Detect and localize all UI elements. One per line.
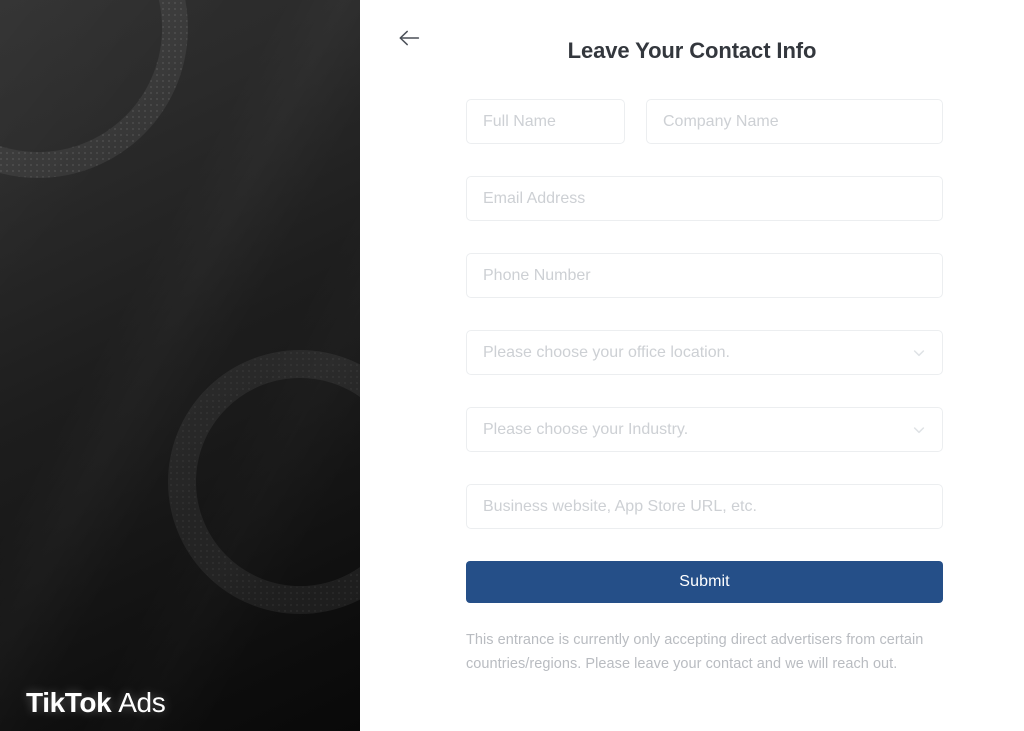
industry-select[interactable] — [466, 407, 943, 452]
business-website-input[interactable] — [467, 485, 942, 528]
company-name-field[interactable] — [646, 99, 943, 144]
company-name-input[interactable] — [647, 100, 942, 143]
brand-panel: TikTok Ads — [0, 0, 360, 731]
logo-secondary-text: Ads — [118, 687, 166, 718]
submit-button[interactable]: Submit — [466, 561, 943, 603]
office-location-input[interactable] — [467, 331, 942, 374]
full-name-input[interactable] — [467, 100, 624, 143]
email-address-input[interactable] — [467, 177, 942, 220]
contact-info-page: TikTok Ads Leave Your Contact Info Full … — [0, 0, 1024, 731]
industry-input[interactable] — [467, 408, 942, 451]
full-name-field[interactable] — [466, 99, 625, 144]
email-address-field[interactable] — [466, 176, 943, 221]
logo-primary-text: TikTok — [26, 687, 112, 718]
business-website-field[interactable] — [466, 484, 943, 529]
name-row — [466, 99, 943, 144]
phone-number-input[interactable] — [467, 254, 942, 297]
form-panel: Leave Your Contact Info Full Name Compan… — [360, 0, 1024, 731]
tiktok-ads-logo: TikTok Ads — [26, 687, 166, 718]
disclaimer-text: This entrance is currently only acceptin… — [466, 632, 924, 672]
phone-number-field[interactable] — [466, 253, 943, 298]
contact-form: Submit This entrance is currently only a… — [466, 99, 943, 691]
office-location-select[interactable] — [466, 330, 943, 375]
page-title: Leave Your Contact Info — [567, 38, 817, 63]
